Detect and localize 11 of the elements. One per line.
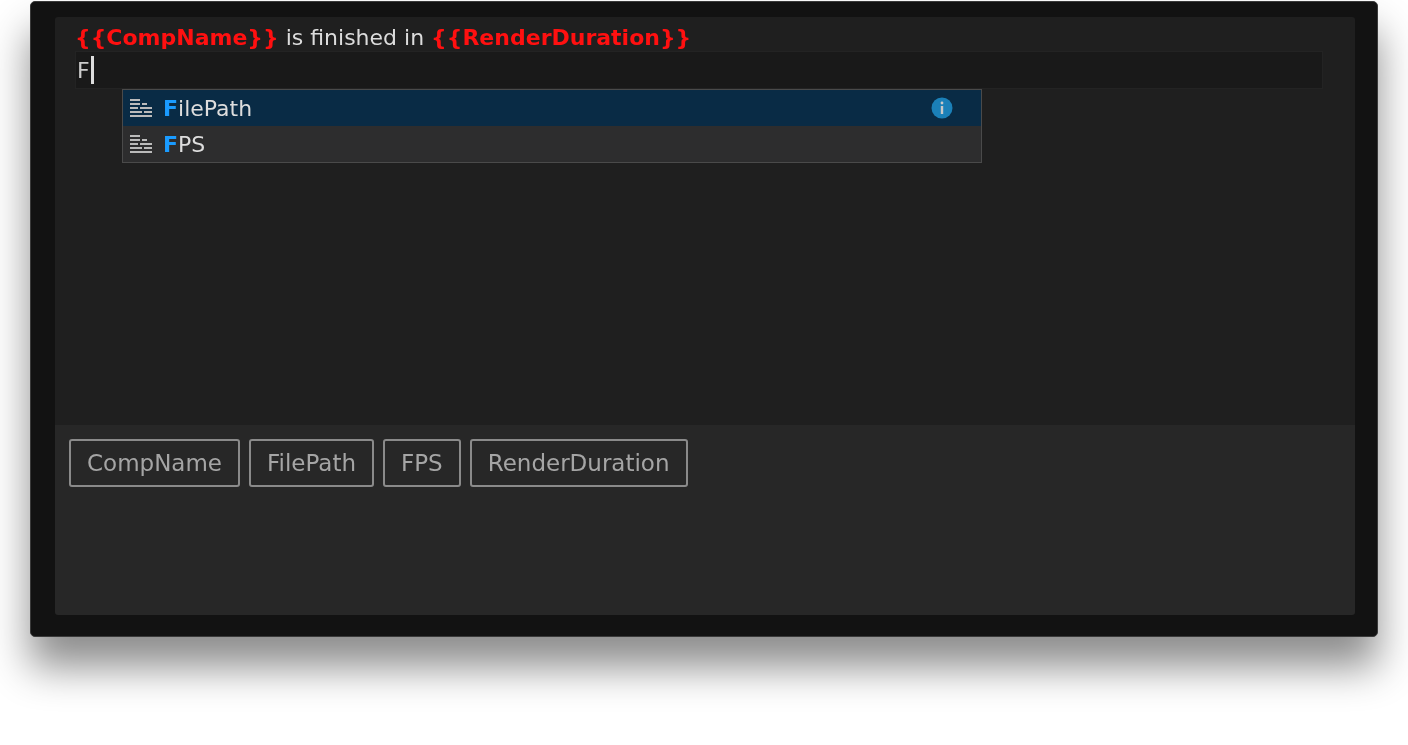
suggestion-item[interactable]: FPS xyxy=(123,126,981,162)
text-lines-icon xyxy=(129,133,155,155)
info-icon[interactable] xyxy=(931,97,953,119)
variable-button[interactable]: FPS xyxy=(383,439,461,487)
template-line: {{CompName}} is finished in {{RenderDuration}} xyxy=(75,25,693,51)
input-field[interactable]: F xyxy=(75,51,1323,89)
variable-button[interactable]: CompName xyxy=(69,439,240,487)
text-lines-icon xyxy=(129,97,155,119)
variable-button[interactable]: RenderDuration xyxy=(469,439,688,487)
suggestion-item[interactable]: FilePath xyxy=(123,90,981,126)
variable-button[interactable]: FilePath xyxy=(249,439,374,487)
